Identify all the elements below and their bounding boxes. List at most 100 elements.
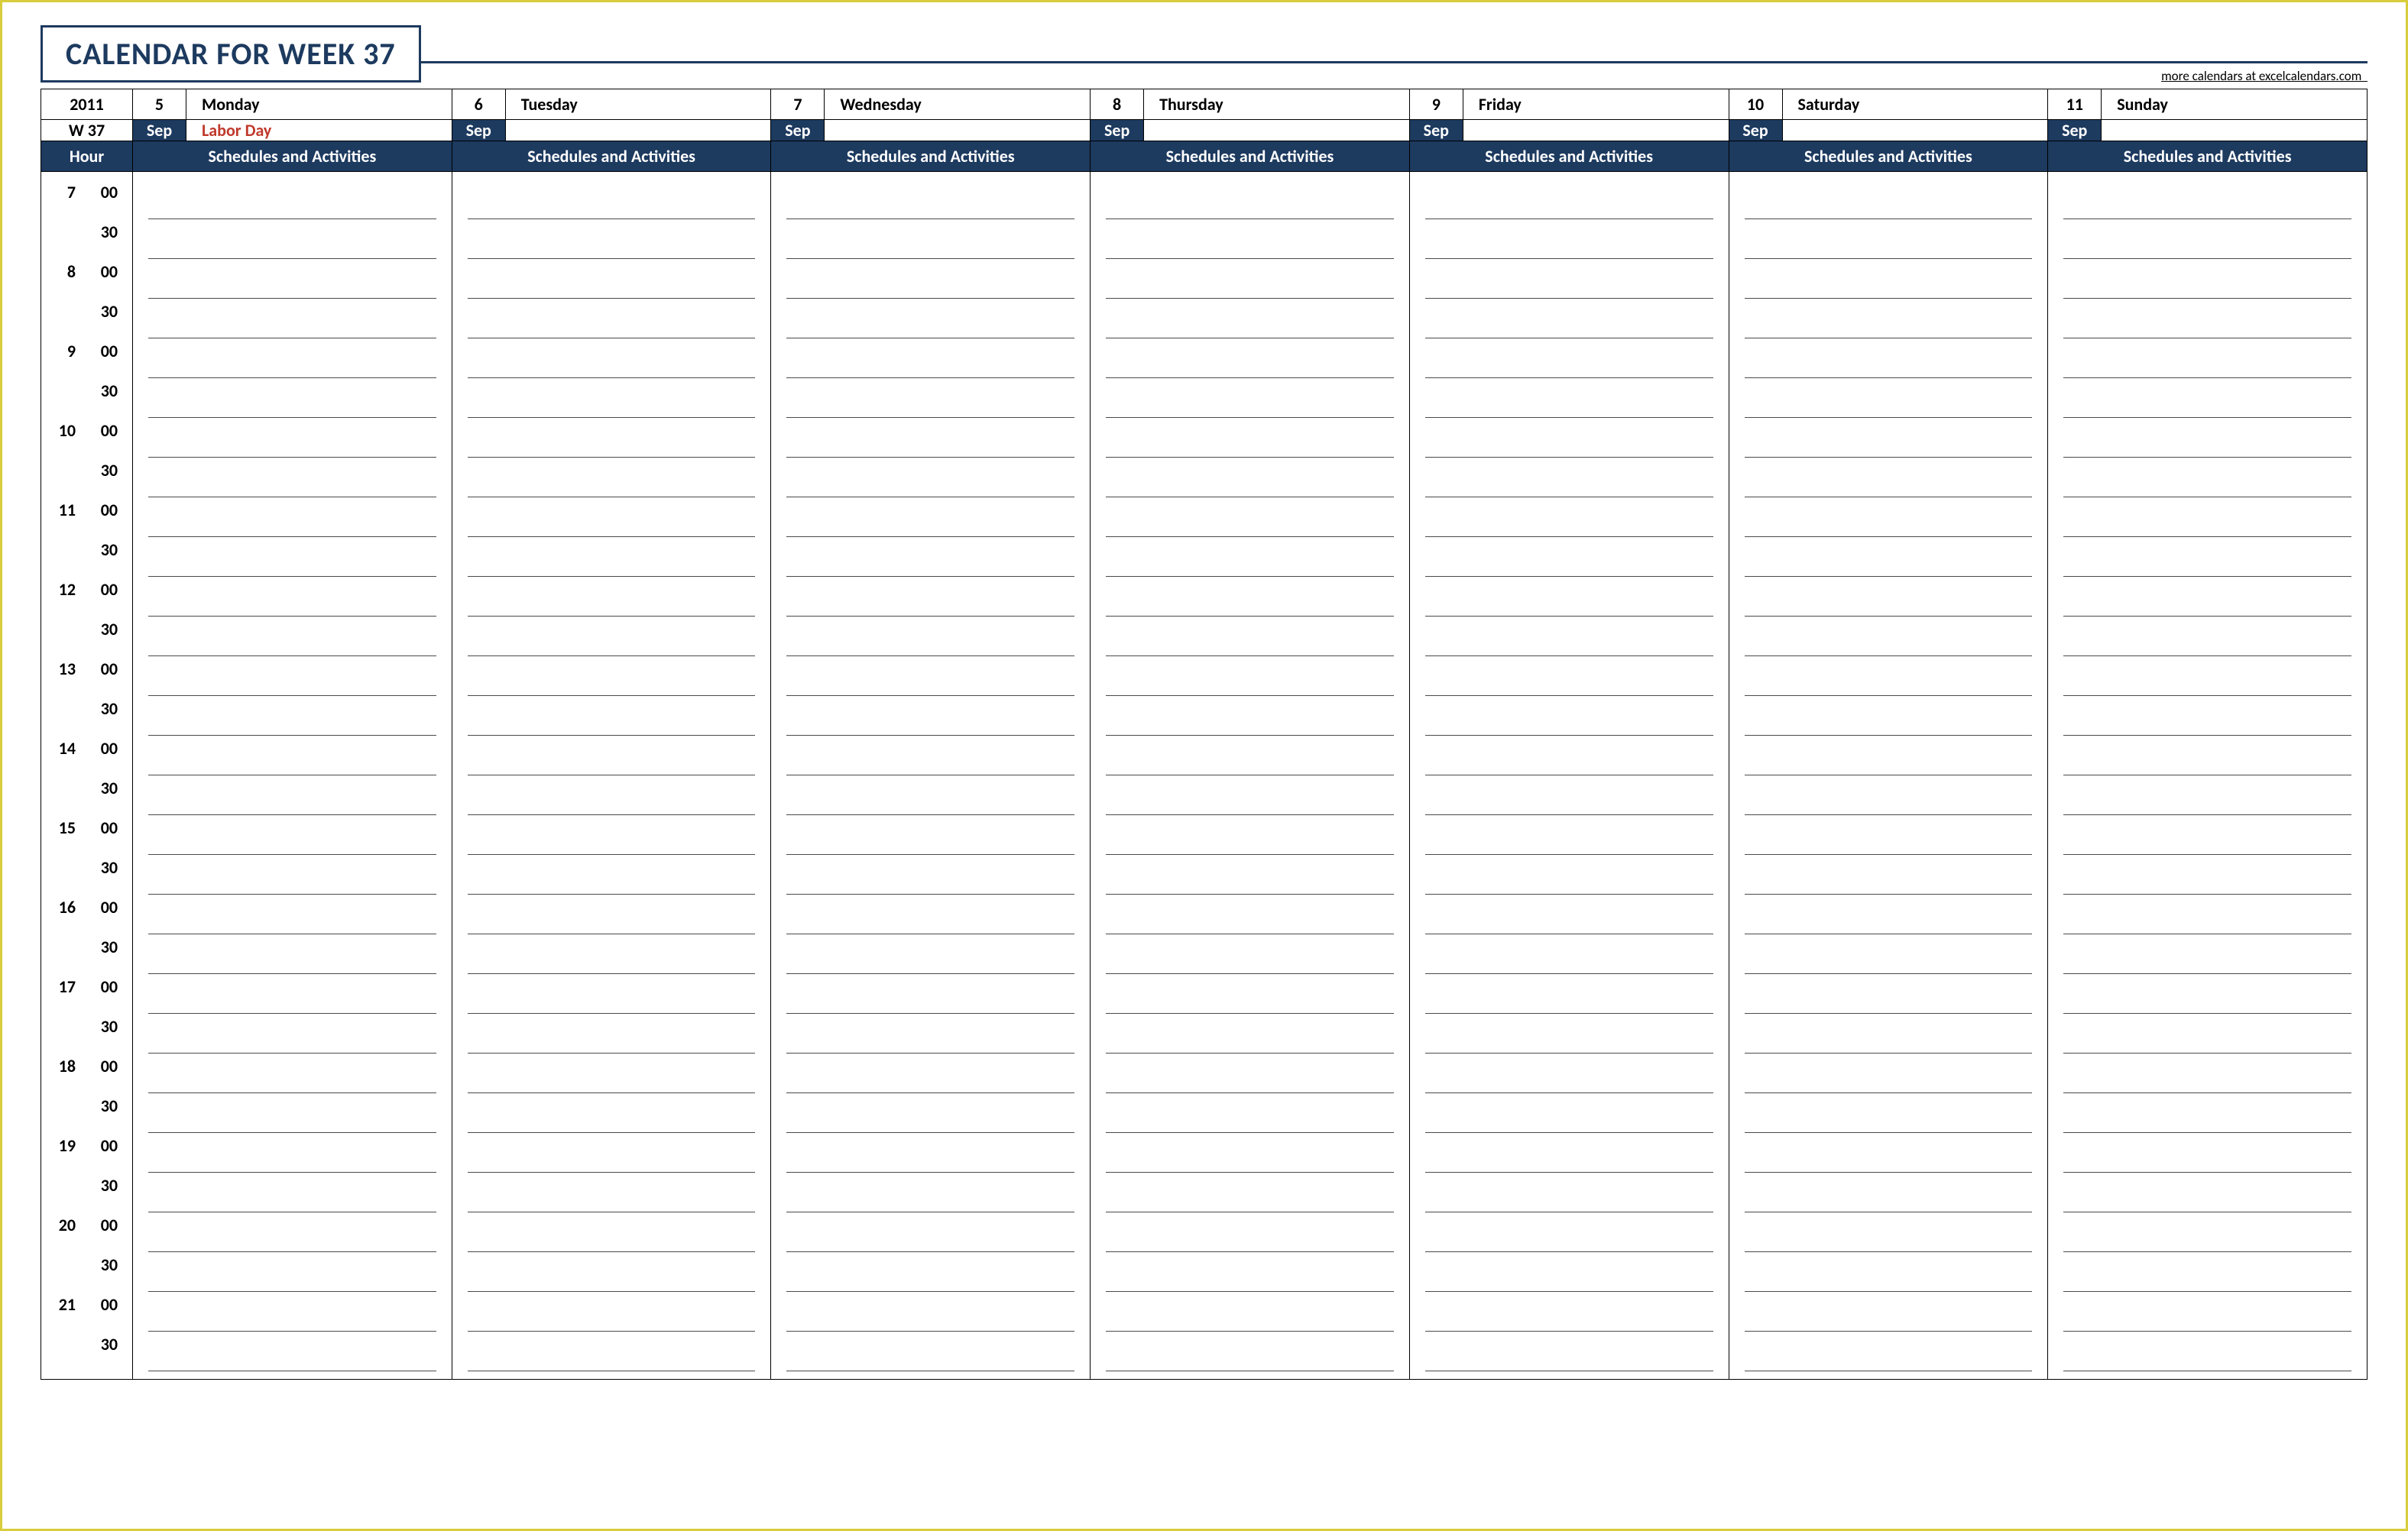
schedule-line[interactable]	[148, 696, 436, 736]
schedule-line[interactable]	[1745, 855, 2033, 895]
schedule-line[interactable]	[2063, 855, 2351, 895]
schedule-line[interactable]	[2063, 1093, 2351, 1133]
schedule-line[interactable]	[1106, 934, 1394, 974]
schedule-line[interactable]	[148, 1093, 436, 1133]
schedule-line[interactable]	[1106, 815, 1394, 855]
schedule-line[interactable]	[2063, 259, 2351, 299]
schedule-line[interactable]	[148, 458, 436, 497]
schedule-line[interactable]	[786, 815, 1074, 855]
schedule-line[interactable]	[2063, 1252, 2351, 1292]
schedule-line[interactable]	[1106, 656, 1394, 696]
schedule-line[interactable]	[148, 180, 436, 219]
schedule-line[interactable]	[2063, 815, 2351, 855]
schedule-line[interactable]	[148, 1292, 436, 1332]
schedule-line[interactable]	[2063, 1054, 2351, 1093]
schedule-line[interactable]	[468, 1054, 756, 1093]
schedule-line[interactable]	[148, 815, 436, 855]
schedule-line[interactable]	[1106, 418, 1394, 458]
schedule-line[interactable]	[1425, 378, 1713, 418]
schedule-line[interactable]	[468, 338, 756, 378]
schedule-line[interactable]	[1745, 895, 2033, 934]
schedule-line[interactable]	[1106, 696, 1394, 736]
schedule-line[interactable]	[1425, 617, 1713, 656]
schedule-line[interactable]	[1425, 1173, 1713, 1212]
calendars-link[interactable]: more calendars at excelcalendars.com	[2161, 68, 2367, 84]
schedule-line[interactable]	[1106, 1133, 1394, 1173]
schedule-line[interactable]	[148, 1252, 436, 1292]
schedule-line[interactable]	[148, 736, 436, 775]
schedule-line[interactable]	[1106, 378, 1394, 418]
schedule-line[interactable]	[148, 1133, 436, 1173]
schedule-line[interactable]	[1425, 895, 1713, 934]
schedule-line[interactable]	[148, 934, 436, 974]
schedule-line[interactable]	[2063, 219, 2351, 259]
schedule-line[interactable]	[1745, 974, 2033, 1014]
schedule-line[interactable]	[2063, 1332, 2351, 1371]
schedule-line[interactable]	[2063, 974, 2351, 1014]
schedule-line[interactable]	[786, 1252, 1074, 1292]
schedule-line[interactable]	[786, 775, 1074, 815]
schedule-line[interactable]	[1425, 577, 1713, 617]
schedule-line[interactable]	[1106, 1332, 1394, 1371]
schedule-line[interactable]	[2063, 696, 2351, 736]
schedule-line[interactable]	[1425, 1093, 1713, 1133]
schedule-line[interactable]	[1106, 1093, 1394, 1133]
schedule-line[interactable]	[786, 1014, 1074, 1054]
schedule-line[interactable]	[2063, 577, 2351, 617]
schedule-line[interactable]	[786, 617, 1074, 656]
schedule-line[interactable]	[468, 418, 756, 458]
schedule-line[interactable]	[2063, 1133, 2351, 1173]
schedule-line[interactable]	[148, 855, 436, 895]
schedule-line[interactable]	[1745, 259, 2033, 299]
schedule-line[interactable]	[468, 895, 756, 934]
schedule-line[interactable]	[1425, 1133, 1713, 1173]
schedule-line[interactable]	[786, 418, 1074, 458]
schedule-line[interactable]	[1425, 1212, 1713, 1252]
schedule-line[interactable]	[1425, 815, 1713, 855]
schedule-line[interactable]	[2063, 338, 2351, 378]
schedule-line[interactable]	[1425, 299, 1713, 338]
schedule-line[interactable]	[786, 1054, 1074, 1093]
day-column-saturday[interactable]	[1729, 172, 2048, 1380]
schedule-line[interactable]	[1745, 934, 2033, 974]
schedule-line[interactable]	[2063, 1292, 2351, 1332]
schedule-line[interactable]	[1106, 458, 1394, 497]
schedule-line[interactable]	[468, 180, 756, 219]
schedule-line[interactable]	[786, 656, 1074, 696]
schedule-line[interactable]	[1745, 180, 2033, 219]
schedule-line[interactable]	[1425, 1014, 1713, 1054]
schedule-line[interactable]	[1745, 299, 2033, 338]
schedule-line[interactable]	[148, 617, 436, 656]
schedule-line[interactable]	[468, 775, 756, 815]
schedule-line[interactable]	[786, 895, 1074, 934]
schedule-line[interactable]	[148, 577, 436, 617]
schedule-line[interactable]	[1745, 736, 2033, 775]
schedule-line[interactable]	[468, 1252, 756, 1292]
schedule-line[interactable]	[2063, 1014, 2351, 1054]
schedule-line[interactable]	[1106, 617, 1394, 656]
schedule-line[interactable]	[786, 696, 1074, 736]
schedule-line[interactable]	[786, 259, 1074, 299]
schedule-line[interactable]	[1106, 775, 1394, 815]
schedule-line[interactable]	[148, 775, 436, 815]
schedule-line[interactable]	[468, 259, 756, 299]
schedule-line[interactable]	[1745, 497, 2033, 537]
schedule-line[interactable]	[1745, 775, 2033, 815]
schedule-line[interactable]	[2063, 458, 2351, 497]
schedule-line[interactable]	[1745, 1212, 2033, 1252]
schedule-line[interactable]	[1425, 497, 1713, 537]
schedule-line[interactable]	[2063, 418, 2351, 458]
schedule-line[interactable]	[1745, 1054, 2033, 1093]
schedule-line[interactable]	[468, 855, 756, 895]
day-column-thursday[interactable]	[1091, 172, 1410, 1380]
schedule-line[interactable]	[148, 1212, 436, 1252]
schedule-line[interactable]	[468, 497, 756, 537]
schedule-line[interactable]	[786, 736, 1074, 775]
schedule-line[interactable]	[786, 974, 1074, 1014]
schedule-line[interactable]	[148, 1054, 436, 1093]
schedule-line[interactable]	[786, 497, 1074, 537]
schedule-line[interactable]	[1745, 815, 2033, 855]
schedule-line[interactable]	[1745, 1014, 2033, 1054]
schedule-line[interactable]	[1106, 537, 1394, 577]
schedule-line[interactable]	[1106, 855, 1394, 895]
